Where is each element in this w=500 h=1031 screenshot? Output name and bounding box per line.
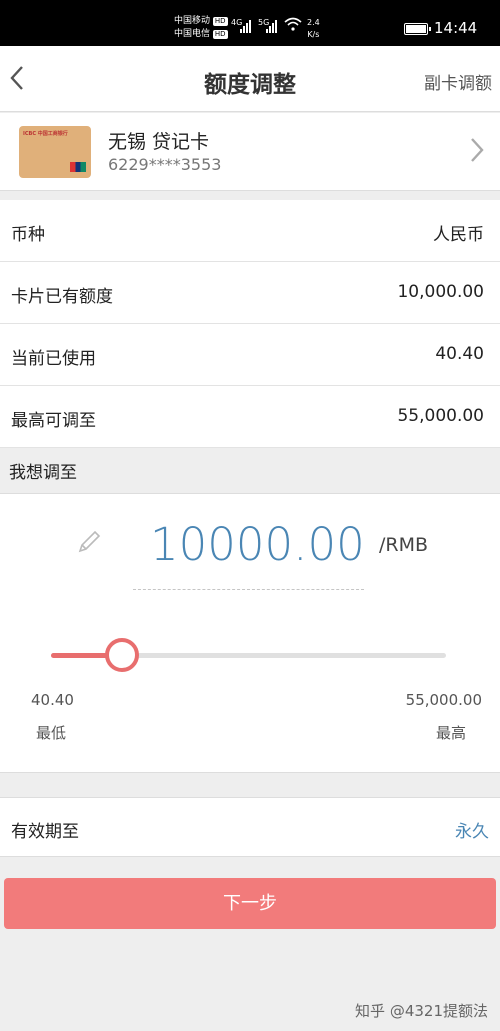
carrier-info: 中国移动 HD 中国电信 HD — [174, 15, 228, 41]
row-label: 当前已使用 — [11, 349, 96, 369]
watermark: 知乎 @4321提额法 — [355, 1002, 488, 1020]
row-label: 卡片已有额度 — [11, 287, 113, 307]
credit-info-list: 币种 人民币 卡片已有额度 10,000.00 当前已使用 40.40 最高可调… — [0, 200, 500, 448]
nav-bar: 额度调整 副卡调额 — [0, 46, 500, 112]
limit-slider-handle[interactable] — [105, 638, 140, 672]
amount-input[interactable]: 10000.00 — [150, 518, 365, 571]
amount-underline — [133, 589, 364, 590]
existing-limit-row: 卡片已有额度 10,000.00 — [0, 262, 500, 324]
hd-badge-2: HD — [212, 30, 228, 39]
bank-logo: ICBC 中国工商银行 — [23, 131, 68, 137]
carrier-1: 中国移动 — [174, 16, 211, 26]
currency-unit: /RMB — [379, 534, 429, 556]
status-bar: 中国移动 HD 中国电信 HD 4G 5G 2.4 K/s 14:44 — [0, 0, 500, 46]
slider-max-label: 最高 — [435, 724, 466, 742]
signal-icon — [240, 17, 251, 33]
pencil-icon[interactable] — [75, 528, 103, 556]
validity-value[interactable]: 永久 — [455, 817, 489, 842]
slider-min-value: 40.40 — [31, 691, 74, 709]
card-number: 6229****3553 — [108, 155, 222, 174]
row-value: 55,000.00 — [397, 406, 484, 426]
currency-row: 币种 人民币 — [0, 200, 500, 262]
used-amount-row: 当前已使用 40.40 — [0, 324, 500, 386]
slider-min-label: 最低 — [36, 724, 67, 742]
row-value: 40.40 — [435, 344, 484, 364]
network-speed: 2.4 K/s — [307, 17, 320, 41]
card-selector[interactable]: ICBC 中国工商银行 无锡 贷记卡 6229****3553 — [0, 113, 500, 191]
battery-icon — [404, 23, 431, 35]
adjust-panel: 10000.00 /RMB 40.40 最低 55,000.00 最高 — [0, 493, 500, 773]
secondary-card-adjust-link[interactable]: 副卡调额 — [424, 69, 492, 94]
validity-label: 有效期至 — [11, 822, 79, 842]
unionpay-icon — [70, 162, 86, 172]
row-label: 最高可调至 — [11, 411, 96, 431]
clock: 14:44 — [434, 19, 478, 37]
row-value: 10,000.00 — [397, 282, 484, 302]
validity-row[interactable]: 有效期至 永久 — [0, 797, 500, 857]
row-label: 币种 — [11, 225, 45, 245]
speed-value: 2.4 — [307, 18, 320, 27]
chevron-right-icon — [471, 138, 484, 162]
wifi-icon — [284, 16, 302, 35]
card-image: ICBC 中国工商银行 — [19, 126, 91, 178]
max-adjustable-row: 最高可调至 55,000.00 — [0, 386, 500, 448]
signal-icon-2 — [266, 17, 277, 33]
slider-max-value: 55,000.00 — [405, 691, 482, 709]
next-step-button[interactable]: 下一步 — [4, 878, 496, 929]
row-value: 人民币 — [433, 225, 484, 245]
speed-unit: K/s — [307, 30, 320, 39]
hd-badge-1: HD — [212, 17, 228, 26]
adjust-section-label: 我想调至 — [9, 463, 77, 483]
card-name: 无锡 贷记卡 — [108, 131, 210, 153]
carrier-2: 中国电信 — [174, 29, 211, 39]
